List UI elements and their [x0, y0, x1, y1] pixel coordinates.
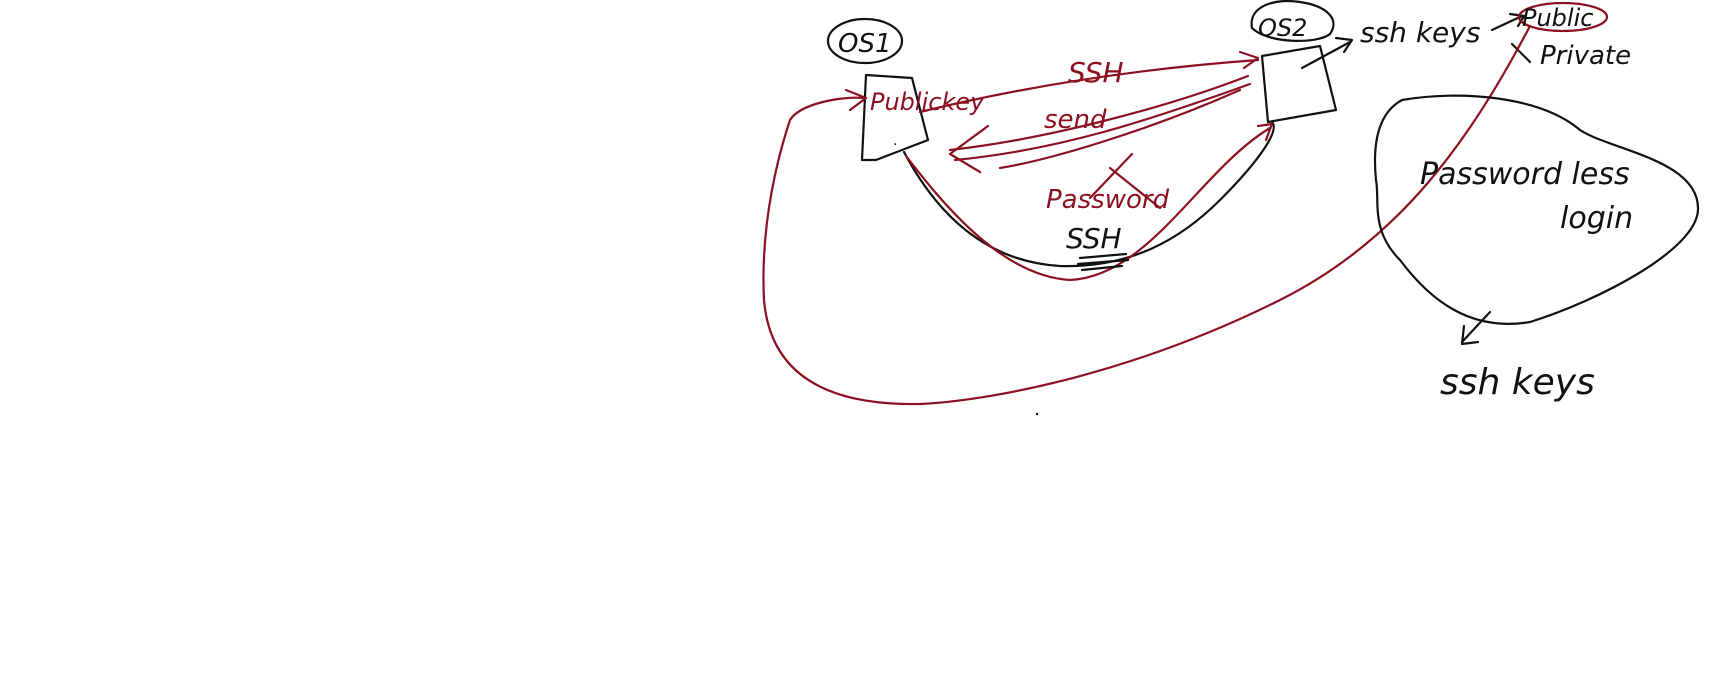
publickey-label: Publickey — [870, 88, 985, 116]
ssh-keys-bottom-label: ssh keys — [1440, 362, 1595, 403]
public-label: Public — [1522, 4, 1593, 32]
private-label: Private — [1540, 41, 1631, 71]
send-arrowhead — [948, 124, 990, 174]
os1-dot: . — [893, 133, 897, 149]
stray-dot — [1035, 412, 1039, 416]
whiteboard-canvas: OS1 . OS2 ssh keys Public Private SSH se… — [762, 0, 1700, 416]
passwordless-line1: Password less — [1420, 157, 1630, 192]
os1-label: OS1 — [838, 29, 892, 59]
passwordless-login-cloud — [1373, 94, 1700, 325]
ssh-top-label: SSH — [1068, 56, 1124, 89]
passwordless-line2: login — [1560, 201, 1633, 236]
os2-node-label: OS2 — [1250, 0, 1335, 42]
ssh-bottom-underline — [1076, 252, 1130, 272]
os2-to-sshkeys-arrow — [1300, 36, 1354, 70]
send-label: send — [1044, 105, 1107, 135]
ssh-keys-os2-label: ssh keys — [1360, 16, 1480, 49]
public-key-transfer-loop — [762, 24, 1532, 406]
send-arrow-3 — [998, 88, 1242, 170]
ssh-bottom-label: SSH — [1066, 222, 1122, 255]
os2-label: OS2 — [1258, 14, 1307, 42]
os2-machine-box — [1260, 44, 1338, 124]
os1-node-label: OS1 — [826, 17, 904, 65]
